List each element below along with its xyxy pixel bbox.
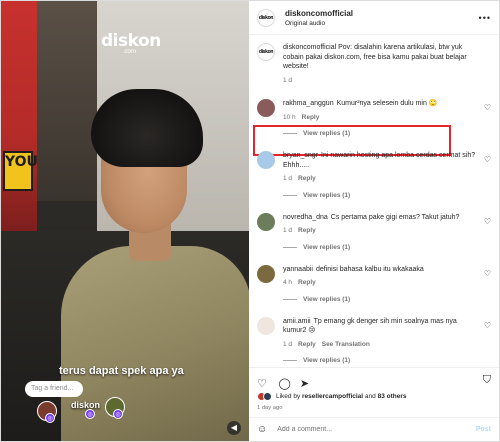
view-replies-button[interactable]: View replies (1) [283,296,491,303]
speaker-muted-icon[interactable]: ◀ [227,421,241,435]
view-replies-label: View replies (1) [303,295,351,303]
view-replies-label: View replies (1) [303,191,351,199]
tag-badge-icon: ◎ [45,413,55,423]
post-modal: YOU diskon .com terus dapat spek apa ya … [0,0,500,442]
view-replies-button[interactable]: View replies (1) [283,192,491,199]
background-red-wall: YOU [1,1,38,231]
comment-text: Cs pertama pake gigi emas? Takut jatuh? [330,213,460,221]
comment-text: Kumur²nya selesein dulu min 🙄 [336,100,438,107]
comment-item: novredha_dna Cs pertama pake gigi emas? T… [257,212,491,236]
heart-icon[interactable]: ♡ [257,378,269,390]
post-button[interactable]: Post [476,426,491,433]
reply-button[interactable]: Reply [298,279,316,286]
like-comment-icon[interactable]: ♡ [484,269,491,278]
comment-username[interactable]: bryan_sngr [283,152,318,159]
likes-summary: Liked by resellercampofficial and 83 oth… [257,392,406,401]
post-side-panel: diskon diskoncomofficial Original audio … [249,1,499,441]
video-caption: terus dapat spek apa ya [59,365,184,377]
like-comment-icon[interactable]: ♡ [484,103,491,112]
share-icon[interactable]: ➤ [300,378,312,390]
comment-item: amii.amii Tp emang gk denger sih min soal… [257,316,491,350]
comments-list[interactable]: diskon diskoncomofficial Pov: disalahin … [249,35,499,367]
reply-button[interactable]: Reply [298,341,316,348]
view-replies-button[interactable]: View replies (1) [283,357,491,364]
likes-prefix: Liked by [276,393,301,400]
tag-friend-prompt[interactable]: Tag a friend... [25,381,83,397]
likes-and: and [364,393,376,400]
comment-time: 1 d [283,227,293,234]
view-replies-label: View replies (1) [303,243,351,251]
view-replies-label: View replies (1) [303,357,351,364]
view-replies-button[interactable]: View replies (1) [283,244,491,251]
like-comment-icon[interactable]: ♡ [484,321,491,330]
tag-label[interactable]: diskon [71,400,100,410]
comment-icon[interactable]: ◯ [278,378,290,390]
comment-time: 1 d [283,76,293,84]
avatar[interactable] [257,212,275,231]
comment-time: 1 d [283,175,293,182]
avatar[interactable] [257,264,275,283]
comment-item: bryan_sngr Ini nawarin hosting apa lomba … [257,151,491,184]
avatar[interactable]: diskon [257,8,275,27]
like-comment-icon[interactable]: ♡ [484,217,491,226]
post-time: 1 day ago [257,405,283,411]
avatar[interactable] [257,316,275,335]
background-shelf [37,1,97,201]
person-hair [91,89,203,167]
comment-username[interactable]: yannaabii [283,266,313,273]
comment-text: definisi bahasa kalbu itu wkakaaka [315,265,424,273]
comment-username[interactable]: novredha_dna [283,214,328,221]
likes-others[interactable]: 83 others [378,393,407,400]
caption-text: diskoncomofficial Pov: disalahin karena … [283,44,467,70]
reply-button[interactable]: Reply [298,175,316,182]
comment-input[interactable] [277,426,448,433]
reel-video[interactable]: YOU diskon .com terus dapat spek apa ya … [1,1,249,441]
emoji-icon[interactable]: ☺ [257,424,267,435]
audio-link[interactable]: Original audio [285,20,353,27]
more-options-icon[interactable]: ••• [479,13,491,23]
comment-username[interactable]: rakhma_anggun [283,100,334,107]
brand-watermark: diskon .com [101,31,161,55]
comment-time: 1 d [283,340,293,348]
likes-user[interactable]: resellercampofficial [302,393,363,400]
comment-item: yannaabii definisi bahasa kalbu itu wkaka… [257,264,491,288]
like-comment-icon[interactable]: ♡ [484,155,491,164]
caption-comment: diskon diskoncomofficial Pov: disalahin … [257,43,491,85]
bookmark-icon[interactable]: ⛉ [483,374,491,387]
comment-time: 10 h [283,113,296,121]
avatar[interactable] [257,151,275,169]
comment-time: 4 h [283,279,293,286]
add-comment-bar: ☺ Post [249,417,499,441]
post-username[interactable]: diskoncomofficial [285,9,353,18]
background-poster: YOU [3,151,38,191]
avatar[interactable] [257,99,275,117]
tag-badge-icon: ◎ [113,409,123,419]
see-translation-button[interactable]: See Translation [322,341,370,348]
avatar[interactable]: diskon [257,43,275,61]
liker-avatar [263,392,272,401]
post-actions: ♡ ◯ ➤ ⛉ Liked by resellercampofficial an… [249,367,499,411]
comment-username[interactable]: amii.amii [283,318,311,325]
post-header: diskon diskoncomofficial Original audio … [249,1,499,35]
reply-button[interactable]: Reply [298,227,316,234]
tag-badge-icon: ◎ [85,409,95,419]
reply-button[interactable]: Reply [302,114,320,121]
comment-item: rakhma_anggun Kumur²nya selesein dulu min… [257,99,491,122]
